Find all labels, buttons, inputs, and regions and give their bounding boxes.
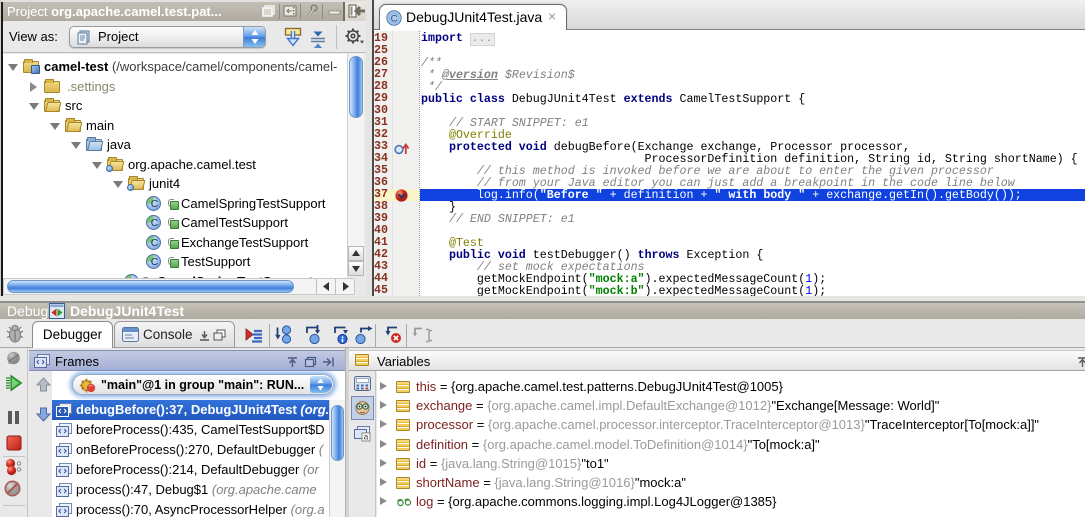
svg-text:a: a (364, 433, 369, 442)
svg-text:C: C (391, 13, 398, 24)
